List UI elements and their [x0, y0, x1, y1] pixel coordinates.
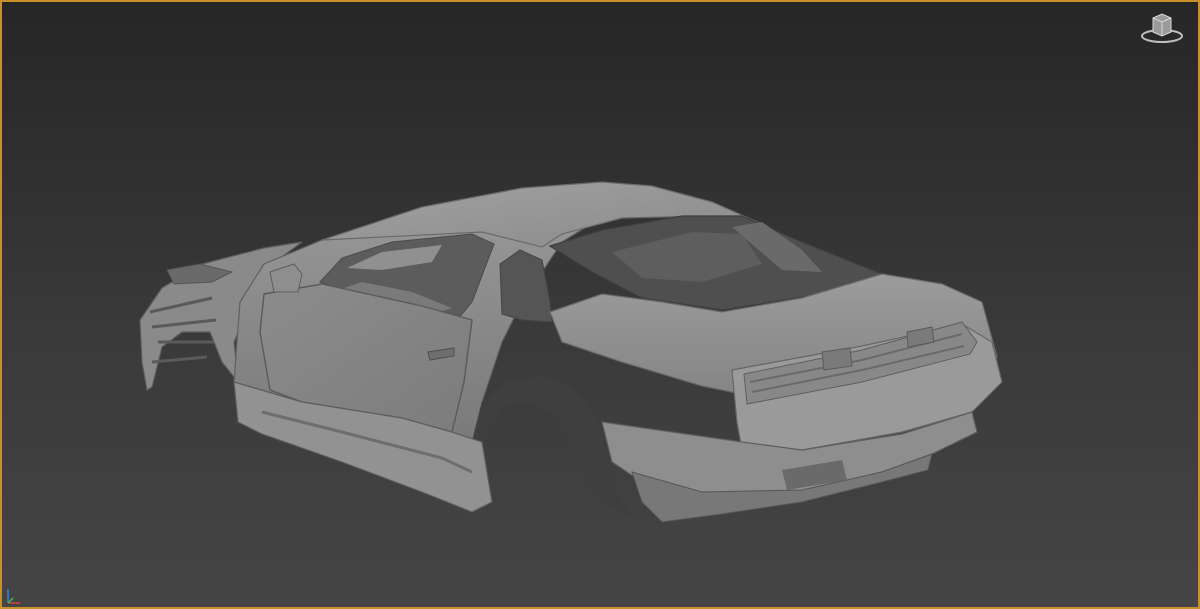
car-body-model[interactable] — [2, 2, 1200, 609]
axis-tripod-icon — [7, 589, 20, 604]
viewcube-icon[interactable] — [1140, 10, 1184, 44]
perspective-viewport[interactable] — [0, 0, 1200, 609]
